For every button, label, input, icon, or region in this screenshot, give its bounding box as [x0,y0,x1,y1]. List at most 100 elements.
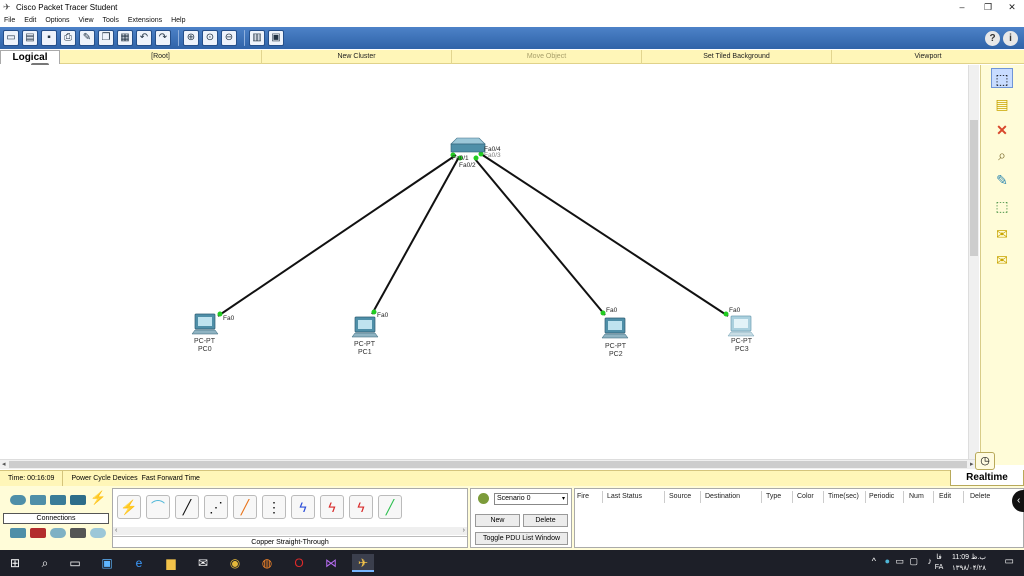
pc1-device[interactable] [351,316,379,338]
hubs-category-icon[interactable] [50,495,66,505]
pc2-device[interactable] [601,317,629,339]
connections-category-icon[interactable]: ⚡ [90,491,106,504]
menu-tools[interactable]: Tools [103,17,119,24]
security-category-icon[interactable] [30,528,46,538]
redo-icon[interactable]: ↷ [155,30,171,46]
routers-category-icon[interactable] [10,495,26,505]
automatic-connection-icon[interactable]: ⚡ [117,495,141,519]
minimize-button[interactable]: – [950,0,974,14]
multiuser-connection-category-icon[interactable] [90,528,106,538]
scenario-info-icon[interactable] [478,493,489,504]
open-icon[interactable]: ▤ [22,30,38,46]
undo-icon[interactable]: ↶ [136,30,152,46]
link-pc2[interactable] [474,158,606,316]
toggle-pdu-list-button[interactable]: Toggle PDU List Window [475,532,568,545]
pc3-device[interactable] [727,315,755,337]
tray-display-icon[interactable]: ▢ [909,556,918,567]
scroll-right-icon[interactable]: ▸ [970,460,974,468]
zoom-in-icon[interactable]: ⊕ [183,30,199,46]
console-cable-icon[interactable]: ⌒ [146,495,170,519]
draw-shape-tool-icon[interactable]: ✎ [991,170,1013,190]
octal-cable-icon[interactable]: ╱ [378,495,402,519]
pdu-header-type[interactable]: Type [766,493,781,500]
add-simple-pdu-icon[interactable]: ✉ [991,224,1013,244]
new-scenario-button[interactable]: New [475,514,520,527]
menu-help[interactable]: Help [171,17,185,24]
chrome-icon[interactable]: ◉ [226,554,244,572]
move-object-button[interactable]: Move Object [452,50,642,64]
scroll-right-icon[interactable]: › [463,527,465,534]
root-button[interactable]: [Root] [60,50,262,64]
notifications-icon[interactable]: ▭ [1005,556,1014,567]
tray-app-icon[interactable]: ● [885,556,890,566]
switch-device[interactable] [450,137,486,153]
menu-options[interactable]: Options [45,17,69,24]
custom-made-devices-category-icon[interactable] [70,528,86,538]
maximize-button[interactable]: ❐ [976,0,1000,14]
scenario-dropdown[interactable]: Scenario 0 ▾ [494,493,568,505]
zoom-out-icon[interactable]: ⊖ [221,30,237,46]
paste-icon[interactable]: ▦ [117,30,133,46]
pdu-header-last-status[interactable]: Last Status [607,493,642,500]
help-icon[interactable]: ? [985,31,1000,46]
delete-tool-icon[interactable]: ✕ [991,120,1013,140]
scroll-left-icon[interactable]: ‹ [115,527,117,534]
horizontal-scrollbar[interactable]: ◂ ▸ [0,459,979,469]
viewport-button[interactable]: Viewport [832,50,1024,64]
pdu-header-edit[interactable]: Edit [939,493,951,500]
pdu-header-delete[interactable]: Delete [970,493,990,500]
start-icon[interactable]: ⊞ [6,554,24,572]
save-icon[interactable]: ▪ [41,30,57,46]
wireless-devices-category-icon[interactable] [70,495,86,505]
copy-icon[interactable]: ❐ [98,30,114,46]
visual-studio-icon[interactable]: ⋈ [322,554,340,572]
copper-cross-over-icon[interactable]: ⋰ [204,495,228,519]
connection-types-scrollbar[interactable]: ‹ › [113,527,467,535]
new-cluster-button[interactable]: New Cluster [262,50,452,64]
print-icon[interactable]: ⎙ [60,30,76,46]
logical-workspace[interactable]: Fa0/4 Fa0/3 Fa0/1 Fa0/2 Fa0 PC-PT PC0 Fa… [0,65,968,459]
menu-view[interactable]: View [78,17,93,24]
add-complex-pdu-icon[interactable]: ✉ [991,250,1013,270]
zoom-reset-icon[interactable]: ⊙ [202,30,218,46]
fast-forward-time-button[interactable]: Fast Forward Time [142,475,200,482]
info-icon[interactable]: i [1003,31,1018,46]
task-view-icon[interactable]: ▭ [66,554,84,572]
clock-time[interactable]: 11:09 ب.ظ [926,553,986,561]
edge-icon[interactable]: e [130,554,148,572]
end-devices-category-icon[interactable] [10,528,26,538]
inspect-tool-icon[interactable]: ⌕ [991,145,1013,165]
activity-wizard-icon[interactable]: ✎ [79,30,95,46]
pc0-device[interactable] [191,313,219,335]
note-tool-icon[interactable]: ▤ [991,94,1013,114]
tray-network-icon[interactable]: ▭ [895,556,904,567]
mail-icon[interactable]: ✉ [194,554,212,572]
wan-emulation-category-icon[interactable] [50,528,66,538]
realtime-clock-icon[interactable]: ◷ [975,452,995,470]
clock-date[interactable]: ۱۳۹۸/۰۴/۲۸ [926,564,986,572]
search-icon[interactable]: ⌕ [36,554,54,572]
menu-file[interactable]: File [4,17,15,24]
pdu-header-num[interactable]: Num [909,493,924,500]
switches-category-icon[interactable] [30,495,46,505]
copper-straight-through-icon[interactable]: ╱ [175,495,199,519]
palette-icon[interactable]: ▥ [249,30,265,46]
pdu-header-time[interactable]: Time(sec) [828,493,859,500]
menu-edit[interactable]: Edit [24,17,36,24]
delete-scenario-button[interactable]: Delete [523,514,568,527]
packet-tracer-taskbar-icon[interactable]: ✈ [352,554,374,572]
link-pc3[interactable] [480,153,729,317]
pdu-header-source[interactable]: Source [669,493,691,500]
power-cycle-devices-button[interactable]: Power Cycle Devices [71,475,137,482]
logical-tab[interactable]: Logical [0,50,60,64]
new-icon[interactable]: ▭ [3,30,19,46]
serial-dce-icon[interactable]: ϟ [320,495,344,519]
pdu-header-fire[interactable]: Fire [577,493,589,500]
fiber-icon[interactable]: ╱ [233,495,257,519]
pdu-header-periodic[interactable]: Periodic [869,493,894,500]
set-tiled-background-button[interactable]: Set Tiled Background [642,50,832,64]
opera-icon[interactable]: O [290,554,308,572]
coaxial-cable-icon[interactable]: ϟ [291,495,315,519]
serial-dte-icon[interactable]: ϟ [349,495,373,519]
resize-shape-tool-icon[interactable]: ⬚ [991,196,1013,216]
